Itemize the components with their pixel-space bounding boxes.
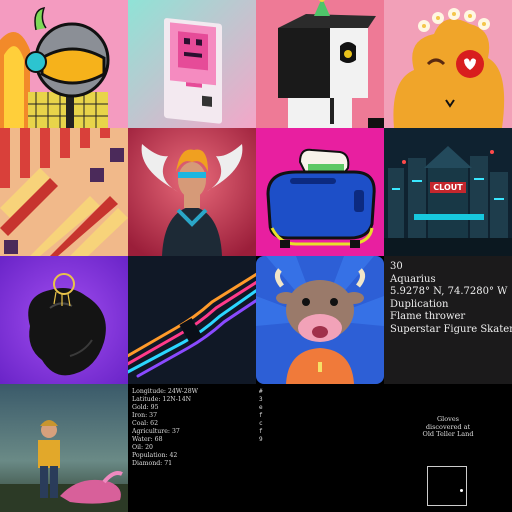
sculpture-icon [0, 256, 128, 384]
loot-card[interactable]: Gloves discovered at Old Teller Land [384, 384, 512, 512]
tile-astronaut-avatar[interactable] [0, 0, 128, 128]
trait-occupation: Superstar Figure Skater [390, 323, 512, 335]
stat-iron: Iron: 37 [132, 412, 158, 419]
tile-neon-tube-abstract[interactable] [128, 256, 256, 384]
trait-power: Duplication [390, 298, 449, 310]
robot-icon [128, 0, 256, 128]
loot-caption: Gloves discovered at Old Teller Land [384, 415, 512, 439]
nft-gallery-grid: CLOUT 30 Aquarius 5.9278° N, 74.7280° W … [0, 0, 512, 512]
tile-black-blob-sculpture[interactable] [0, 256, 128, 384]
tile-pink-robot-card[interactable] [128, 0, 256, 128]
stat-water: Water: 68 [132, 436, 163, 443]
neon-lines-icon [128, 256, 256, 384]
tile-pixel-pattern[interactable] [0, 128, 128, 256]
hex-char: f [259, 412, 263, 419]
astronaut-helmet-icon [0, 0, 128, 128]
tile-flower-crown-blob[interactable] [384, 0, 512, 128]
cow-icon [256, 256, 384, 384]
toaster-icon [256, 128, 384, 256]
tile-blue-toaster[interactable] [256, 128, 384, 256]
tile-cow-character[interactable] [256, 256, 384, 384]
hex-char: e [259, 404, 263, 411]
loot-map-frame [427, 466, 467, 506]
landscape-icon [0, 384, 128, 512]
stat-oil: Oil: 20 [132, 444, 153, 451]
stat-agriculture: Agriculture: 37 [132, 428, 180, 435]
stat-gold: Gold: 95 [132, 404, 159, 411]
trait-coordinates: 5.9278° N, 74.7280° W [390, 286, 508, 297]
zodiac-traits-card[interactable]: 30 Aquarius 5.9278° N, 74.7280° W Duplic… [384, 256, 512, 384]
hex-char: c [259, 420, 263, 427]
hex-char: f [259, 428, 263, 435]
tile-clout-neon-city[interactable]: CLOUT [384, 128, 512, 256]
hex-char: 9 [259, 436, 263, 443]
party-hat-icon [256, 0, 384, 128]
angel-wings-icon [128, 128, 256, 256]
clout-sign: CLOUT [430, 182, 466, 193]
loot-location: Old Teller Land [422, 430, 474, 438]
pattern-icon [0, 128, 128, 256]
stat-diamond: Diamond: 71 [132, 460, 173, 467]
trait-zodiac: Aquarius [390, 273, 436, 285]
hex-char: 3 [259, 396, 263, 403]
loot-location-dot [460, 489, 463, 492]
stat-population: Population: 42 [132, 452, 178, 459]
stat-latitude: Latitude: 12N-14N [132, 396, 192, 403]
land-stats-card[interactable]: Longitude: 24W-28W Latitude: 12N-14N Gol… [128, 384, 256, 512]
tile-cube-head-character[interactable] [256, 0, 384, 128]
hex-char: # [259, 388, 263, 395]
stat-longitude: Longitude: 24W-28W [132, 388, 199, 395]
trait-age: 30 [390, 261, 403, 272]
tile-girl-with-creature[interactable] [0, 384, 128, 512]
trait-weapon: Flame thrower [390, 311, 466, 322]
tile-winged-hero[interactable] [128, 128, 256, 256]
hex-code-card[interactable]: # 3 e f c f 9 [256, 384, 384, 512]
stat-coal: Coal: 62 [132, 420, 159, 427]
flower-crown-icon [384, 0, 512, 128]
